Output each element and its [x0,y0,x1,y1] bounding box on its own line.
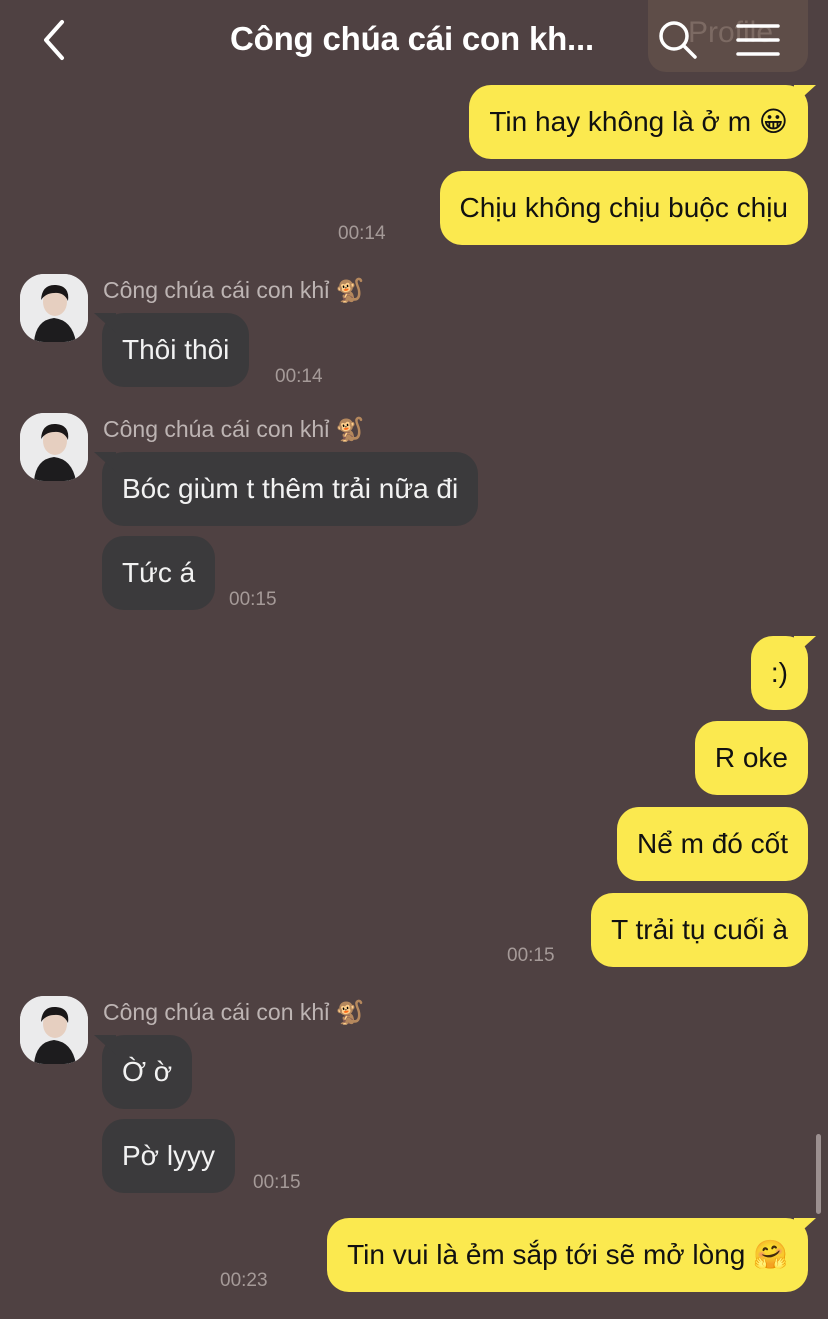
message-text: Nể m đó cốt [637,828,788,859]
sender-name: Công chúa cái con khỉ 🐒 [103,999,365,1025]
outgoing-message-bubble[interactable]: Tin hay không là ở m 😀 [469,85,808,159]
message-text: Bóc giùm t thêm trải nữa đi [122,473,459,504]
contact-avatar-image [20,996,88,1064]
outgoing-message-bubble[interactable]: Tin vui là ẻm sắp tới sẽ mở lòng 🤗 [327,1218,808,1292]
contact-avatar-image [20,413,88,481]
outgoing-message-bubble[interactable]: Chịu không chịu buộc chịu [439,171,808,245]
avatar[interactable] [20,996,88,1064]
message-timestamp: 00:14 [338,223,386,244]
incoming-message-bubble[interactable]: Pờ lyyy [102,1119,236,1193]
chat-header: Profile Công chúa cái con kh... [0,0,828,82]
contact-avatar-image [20,274,88,342]
hamburger-menu-icon [736,24,780,56]
message-text: Tin hay không là ở m 😀 [489,106,788,137]
message-text: Ờ ờ [122,1056,173,1087]
message-timestamp: 00:14 [275,366,323,387]
message-text: T trải tụ cuối à [611,914,788,945]
message-text: Tin vui là ẻm sắp tới sẽ mở lòng 🤗 [347,1239,788,1270]
outgoing-message-bubble[interactable]: Nể m đó cốt [617,807,808,881]
search-button[interactable] [656,18,700,62]
incoming-message-bubble[interactable]: Bóc giùm t thêm trải nữa đi [102,452,479,526]
incoming-message-bubble[interactable]: Tức á [102,536,216,610]
message-timestamp: 00:23 [220,1270,268,1291]
message-text: Chịu không chịu buộc chịu [459,192,788,223]
avatar[interactable] [20,413,88,481]
outgoing-message-bubble[interactable]: R oke [694,721,808,795]
avatar[interactable] [20,274,88,342]
search-icon [659,21,697,59]
menu-button[interactable] [734,18,782,62]
outgoing-message-bubble[interactable]: :) [750,636,808,710]
back-button[interactable] [36,18,76,62]
sender-name: Công chúa cái con khỉ 🐒 [103,277,365,303]
message-text: Pờ lyyy [122,1140,216,1171]
message-timestamp: 00:15 [507,945,555,966]
chevron-left-icon [44,20,64,60]
sender-name: Công chúa cái con khỉ 🐒 [103,416,365,442]
message-text: Tức á [122,557,196,588]
message-timestamp: 00:15 [253,1172,301,1193]
chat-title-text: Công chúa cái con kh... [230,20,594,57]
message-text: Thôi thôi [122,334,230,365]
outgoing-message-bubble[interactable]: T trải tụ cuối à [591,893,808,967]
incoming-message-bubble[interactable]: Thôi thôi [102,313,250,387]
scrollbar[interactable] [816,1134,821,1214]
message-text: :) [770,657,788,688]
message-timestamp: 00:15 [229,589,277,610]
incoming-message-bubble[interactable]: Ờ ờ [102,1035,193,1109]
message-text: R oke [714,742,788,773]
chat-title: Công chúa cái con kh... [200,20,630,58]
